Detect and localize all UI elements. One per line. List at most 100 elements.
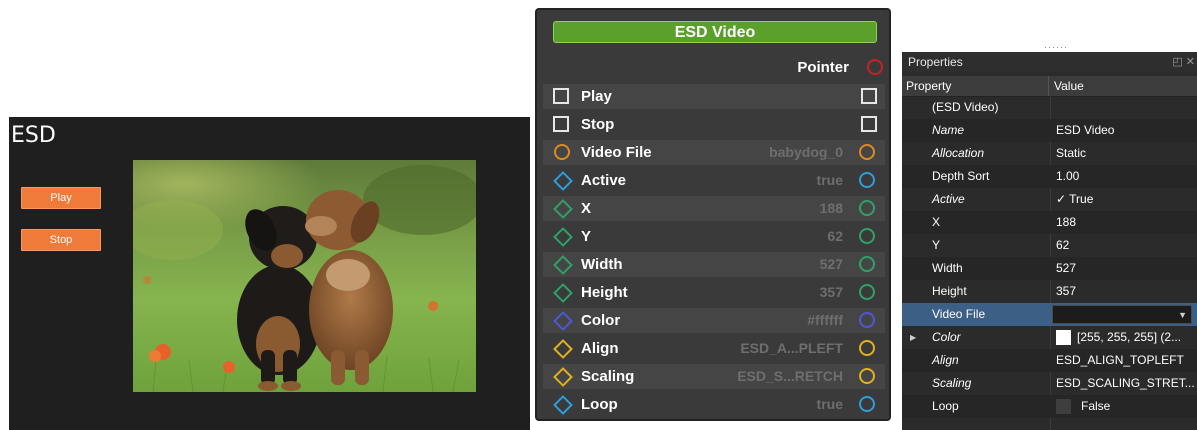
pointer-label: Pointer — [797, 59, 849, 76]
node-row-value[interactable]: true — [817, 168, 843, 193]
y-output-port-icon[interactable] — [859, 228, 875, 244]
node-row-loop: Loop true — [543, 392, 885, 417]
x-input-port-icon[interactable] — [553, 199, 573, 219]
node-row-value[interactable]: #ffffff — [807, 308, 843, 333]
y-input-port-icon[interactable] — [553, 227, 573, 247]
property-row-color[interactable]: ▶ Color [255, 255, 255] (2... — [902, 326, 1197, 349]
close-icon[interactable]: ✕ — [1186, 56, 1195, 68]
column-divider[interactable] — [1048, 76, 1049, 96]
property-value: [255, 255, 255] (2... — [1077, 330, 1182, 344]
node-row-width: Width 527 — [543, 252, 885, 277]
float-icon[interactable]: ◰ — [1172, 56, 1182, 68]
node-row-value[interactable]: ESD_S...RETCH — [737, 364, 843, 389]
property-row-scaling[interactable]: Scaling ESD_SCALING_STRET... — [902, 372, 1197, 395]
property-value[interactable]: 357 — [1056, 280, 1076, 303]
color-swatch[interactable] — [1056, 330, 1071, 346]
property-row-x[interactable]: X 188 — [902, 211, 1197, 234]
properties-panel: ······ Properties ◰ ✕ Property Value (ES… — [902, 42, 1197, 430]
property-value[interactable]: ESD_ALIGN_TOPLEFT — [1056, 349, 1184, 372]
width-output-port-icon[interactable] — [859, 256, 875, 272]
loop-output-port-icon[interactable] — [859, 396, 875, 412]
node-row-label: Play — [581, 88, 612, 105]
property-value-loop[interactable]: False — [1056, 395, 1110, 418]
properties-column-header: Property Value — [902, 76, 1197, 97]
property-name: Depth Sort — [932, 169, 990, 183]
play-output-port-icon[interactable] — [861, 88, 877, 104]
property-row-allocation[interactable]: Allocation Static — [902, 142, 1197, 165]
node-row-stop: Stop — [543, 112, 885, 137]
property-row-height[interactable]: Height 357 — [902, 280, 1197, 303]
loop-input-port-icon[interactable] — [553, 395, 573, 415]
loop-checkbox[interactable] — [1056, 399, 1071, 415]
column-header-value[interactable]: Value — [1054, 79, 1084, 93]
property-row-align[interactable]: Align ESD_ALIGN_TOPLEFT — [902, 349, 1197, 372]
x-output-port-icon[interactable] — [859, 200, 875, 216]
node-row-value[interactable]: ESD_A...PLEFT — [740, 336, 843, 361]
video-file-input-port-icon[interactable] — [554, 144, 570, 160]
node-row-y: Y 62 — [543, 224, 885, 249]
video-frame — [133, 160, 476, 392]
node-row-height: Height 357 — [543, 280, 885, 305]
active-output-port-icon[interactable] — [859, 172, 875, 188]
align-output-port-icon[interactable] — [859, 340, 875, 356]
property-value[interactable]: 527 — [1056, 257, 1076, 280]
property-row-group[interactable]: (ESD Video) — [902, 96, 1197, 119]
scaling-input-port-icon[interactable] — [553, 367, 573, 387]
height-output-port-icon[interactable] — [859, 284, 875, 300]
panel-controls: ◰ ✕ — [1172, 55, 1195, 68]
property-value[interactable]: ESD_SCALING_STRET... — [1056, 372, 1195, 395]
property-name: Align — [932, 353, 959, 367]
node-row-value[interactable]: 188 — [820, 196, 843, 221]
property-value[interactable]: ESD Video — [1056, 119, 1114, 142]
width-input-port-icon[interactable] — [553, 255, 573, 275]
column-header-property[interactable]: Property — [906, 79, 951, 93]
stop-input-port-icon[interactable] — [553, 116, 569, 132]
property-row-video-file[interactable]: Video File ▼ — [902, 303, 1197, 326]
property-value[interactable]: 62 — [1056, 234, 1069, 257]
scaling-output-port-icon[interactable] — [859, 368, 875, 384]
active-input-port-icon[interactable] — [553, 171, 573, 191]
video-file-output-port-icon[interactable] — [859, 144, 875, 160]
align-input-port-icon[interactable] — [553, 339, 573, 359]
node-panel[interactable]: ESD Video Pointer Play Stop Video File b… — [535, 8, 891, 421]
pointer-port-icon[interactable] — [867, 59, 883, 75]
node-row-value[interactable]: 62 — [827, 224, 843, 249]
preview-panel: ESD Play Stop — [9, 117, 530, 430]
node-row-value[interactable]: true — [817, 392, 843, 417]
property-row-width[interactable]: Width 527 — [902, 257, 1197, 280]
property-name: (ESD Video) — [932, 100, 999, 114]
drag-grip-icon[interactable]: ······ — [1044, 42, 1068, 52]
property-row-y[interactable]: Y 62 — [902, 234, 1197, 257]
color-input-port-icon[interactable] — [553, 311, 573, 331]
expand-arrow-icon[interactable]: ▶ — [910, 326, 916, 349]
video-file-dropdown[interactable]: ▼ — [1052, 305, 1192, 324]
node-row-label: Stop — [581, 116, 615, 133]
property-value-color[interactable]: [255, 255, 255] (2... — [1056, 326, 1181, 349]
color-output-port-icon[interactable] — [859, 312, 875, 328]
property-name: Video File — [932, 307, 986, 321]
property-value[interactable]: 188 — [1056, 211, 1076, 234]
stop-output-port-icon[interactable] — [861, 116, 877, 132]
property-name: Allocation — [932, 146, 985, 160]
preview-title: ESD — [11, 123, 56, 148]
node-row-value[interactable]: 527 — [820, 252, 843, 277]
property-value[interactable]: 1.00 — [1056, 165, 1079, 188]
properties-header: ······ Properties ◰ ✕ — [902, 42, 1197, 72]
node-row-label: Y — [581, 228, 592, 245]
property-value[interactable]: ✓ True — [1056, 188, 1093, 211]
property-row-active[interactable]: Active ✓ True — [902, 188, 1197, 211]
play-button[interactable]: Play — [21, 187, 101, 209]
play-input-port-icon[interactable] — [553, 88, 569, 104]
node-row-value[interactable]: babydog_0 — [769, 140, 843, 165]
height-input-port-icon[interactable] — [553, 283, 573, 303]
node-title[interactable]: ESD Video — [553, 21, 877, 43]
stop-button[interactable]: Stop — [21, 229, 101, 251]
property-row-name[interactable]: Name ESD Video — [902, 119, 1197, 142]
node-row-color: Color #ffffff — [543, 308, 885, 333]
property-value[interactable]: Static — [1056, 142, 1086, 165]
node-row-value[interactable]: 357 — [820, 280, 843, 305]
property-name: Height — [932, 284, 967, 298]
dropdown-arrow-icon[interactable]: ▼ — [1178, 306, 1187, 325]
property-row-depth-sort[interactable]: Depth Sort 1.00 — [902, 165, 1197, 188]
property-row-loop[interactable]: Loop False — [902, 395, 1197, 418]
